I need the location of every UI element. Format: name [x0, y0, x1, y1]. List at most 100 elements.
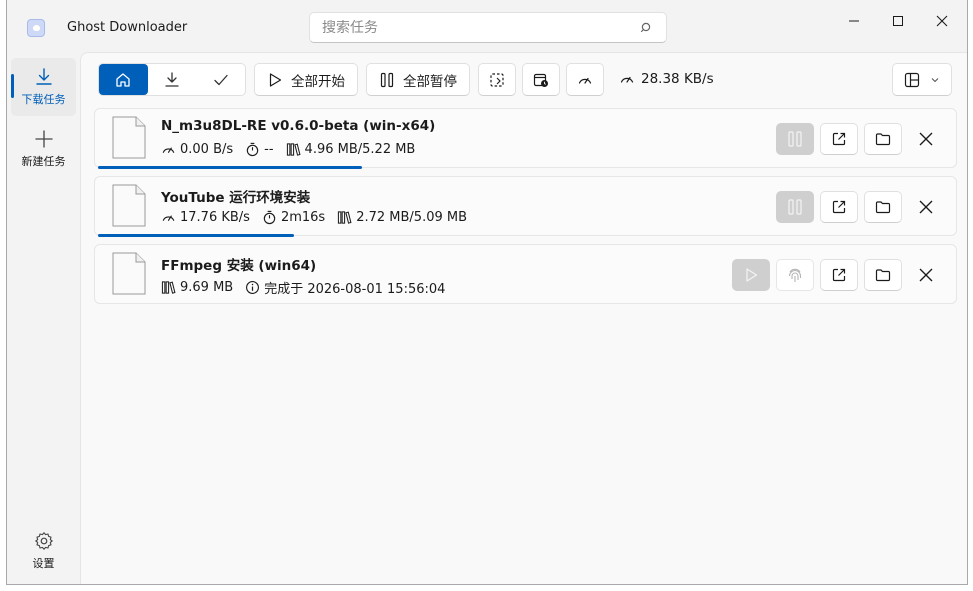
open-file-button[interactable]: [820, 259, 858, 291]
open-external-icon: [832, 268, 846, 282]
check-icon: [214, 74, 228, 85]
total-speed-readout: 28.38 KB/s: [619, 71, 714, 87]
search-box[interactable]: [309, 12, 667, 43]
sidebar: 下载任务 新建任务 设置: [7, 52, 80, 584]
task-stats: 17.76 KB/s 2m16s 2.72 MB/5.09 MB: [161, 210, 467, 225]
pause-button[interactable]: [776, 191, 814, 223]
total-speed-value: 28.38 KB/s: [641, 71, 714, 87]
delete-task-button[interactable]: [907, 191, 945, 223]
pause-all-button[interactable]: 全部暂停: [366, 63, 470, 96]
play-icon: [746, 268, 758, 282]
sidebar-item-new-task[interactable]: 新建任务: [11, 120, 76, 178]
task-name: FFmpeg 安装 (win64): [161, 258, 317, 274]
delete-task-button[interactable]: [907, 259, 945, 291]
sidebar-item-download-tasks[interactable]: 下载任务: [11, 58, 76, 116]
start-all-label: 全部开始: [291, 73, 345, 90]
view-mode-dropdown[interactable]: [892, 63, 952, 96]
schedule-button[interactable]: [522, 63, 560, 96]
task-eta: --: [264, 142, 274, 157]
task-stats: 9.69 MB 完成于 2026-08-01 15:56:04: [161, 278, 445, 297]
task-speed: 17.76 KB/s: [180, 210, 250, 225]
close-icon: [936, 15, 948, 27]
library-icon: [286, 143, 301, 156]
main-content: 全部开始 全部暂停 28.38 KB/s N_m3u8DL-RE v0.6.0-…: [80, 52, 967, 584]
open-file-button[interactable]: [820, 123, 858, 155]
maximize-button[interactable]: [875, 5, 921, 37]
task-card[interactable]: YouTube 运行环境安装 17.76 KB/s 2m16s 2.72 MB/…: [94, 176, 957, 237]
grid-view-icon: [904, 72, 920, 87]
timer-icon: [263, 210, 276, 225]
filter-completed-button[interactable]: [196, 64, 245, 95]
start-all-button[interactable]: 全部开始: [254, 63, 358, 96]
pause-button[interactable]: [776, 123, 814, 155]
app-title: Ghost Downloader: [67, 20, 188, 35]
active-indicator: [11, 74, 14, 98]
task-eta: 2m16s: [280, 210, 326, 225]
verify-hash-button[interactable]: [776, 259, 814, 291]
close-icon: [919, 132, 933, 146]
open-folder-button[interactable]: [864, 123, 902, 155]
delete-task-button[interactable]: [907, 123, 945, 155]
task-name: N_m3u8DL-RE v0.6.0-beta (win-x64): [161, 118, 436, 134]
start-button[interactable]: [732, 259, 770, 291]
speedometer-icon: [578, 77, 592, 84]
task-progress-bar: [98, 166, 362, 169]
library-icon: [338, 211, 352, 224]
timer-icon: [246, 142, 259, 157]
task-size: 2.72 MB/5.09 MB: [356, 210, 468, 225]
open-folder-button[interactable]: [864, 259, 902, 291]
sidebar-item-settings[interactable]: 设置: [11, 522, 76, 580]
sidebar-item-label: 设置: [32, 557, 55, 570]
calendar-clock-icon: [533, 73, 548, 87]
filter-downloading-button[interactable]: [148, 64, 197, 95]
play-icon: [269, 72, 282, 87]
task-speed: 0.00 B/s: [180, 142, 234, 157]
home-icon: [116, 72, 130, 87]
filter-all-button[interactable]: [99, 64, 148, 95]
task-card[interactable]: N_m3u8DL-RE v0.6.0-beta (win-x64) 0.00 B…: [94, 108, 957, 169]
title-bar: Ghost Downloader: [7, 0, 967, 52]
select-tasks-button[interactable]: [478, 63, 516, 96]
pause-all-label: 全部暂停: [403, 73, 457, 90]
minimize-icon: [849, 20, 859, 22]
open-folder-button[interactable]: [864, 191, 902, 223]
speedometer-icon: [620, 76, 634, 83]
gear-icon: [34, 532, 53, 550]
library-icon: [161, 281, 176, 294]
speedometer-icon: [162, 215, 175, 221]
file-icon: [112, 184, 146, 227]
download-icon: [165, 71, 179, 87]
task-progress-bar: [98, 234, 294, 237]
download-icon: [35, 68, 52, 85]
open-external-icon: [832, 132, 846, 146]
task-size: 4.96 MB/5.22 MB: [304, 142, 416, 157]
fingerprint-icon: [788, 268, 802, 282]
task-card[interactable]: FFmpeg 安装 (win64) 9.69 MB 完成于 2026-08-01…: [94, 244, 957, 304]
select-icon: [490, 72, 504, 87]
close-window-button[interactable]: [919, 5, 965, 37]
app-window: Ghost Downloader 搜索任务 下载任务 新建任务 设置 全部开始 …: [6, 0, 968, 585]
plus-icon: [34, 130, 53, 148]
close-icon: [919, 268, 933, 282]
close-icon: [919, 200, 933, 214]
speedometer-icon: [162, 147, 175, 153]
pause-icon: [788, 131, 802, 147]
task-finished-time: 完成于 2026-08-01 15:56:04: [264, 282, 446, 297]
speed-limit-button[interactable]: [566, 63, 604, 96]
chevron-down-icon: [931, 77, 939, 82]
open-file-button[interactable]: [820, 191, 858, 223]
app-logo-icon: [27, 19, 45, 37]
search-icon[interactable]: [640, 21, 654, 35]
sidebar-item-label: 下载任务: [21, 93, 66, 106]
info-icon: [246, 281, 260, 294]
minimize-button[interactable]: [831, 5, 877, 37]
folder-icon: [875, 133, 891, 146]
open-external-icon: [832, 200, 846, 214]
sidebar-item-label: 新建任务: [21, 155, 66, 168]
folder-icon: [875, 269, 891, 282]
task-filter-segmented: [98, 63, 246, 96]
search-input[interactable]: [322, 19, 640, 36]
maximize-icon: [893, 16, 903, 26]
pause-icon: [788, 199, 802, 215]
task-stats: 0.00 B/s -- 4.96 MB/5.22 MB: [161, 142, 415, 157]
